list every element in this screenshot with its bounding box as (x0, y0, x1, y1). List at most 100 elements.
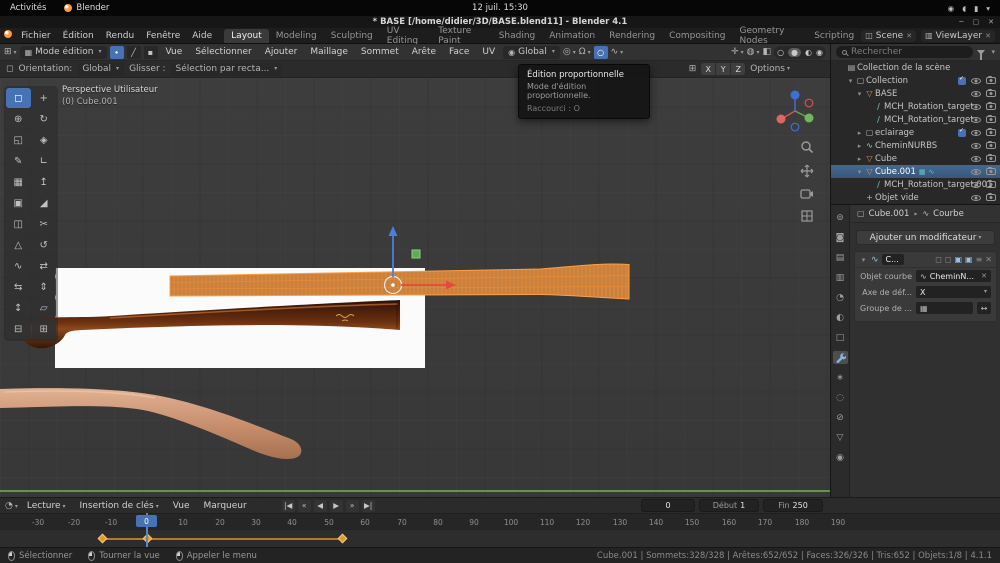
breadcrumb-data[interactable]: Courbe (933, 209, 964, 219)
camera-icon[interactable] (986, 116, 996, 123)
shading-material-icon[interactable]: ◐ (805, 48, 812, 57)
eye-icon[interactable] (971, 91, 981, 97)
menu-selectionner[interactable]: Sélectionner (190, 47, 256, 57)
modifier-name-field[interactable]: C... (882, 254, 904, 265)
menu-fichier[interactable]: Fichier (15, 31, 56, 41)
menu-aide[interactable]: Aide (186, 31, 218, 41)
keying-dropdown[interactable]: Insertion de clés▾ (75, 501, 164, 511)
eye-icon[interactable] (971, 182, 981, 188)
minimize-button[interactable]: ─ (959, 18, 963, 26)
tool-move[interactable]: ⊕ (6, 109, 31, 129)
timeline-channels[interactable] (0, 529, 1000, 547)
navigation-gizmo[interactable] (772, 86, 818, 136)
editor-type-icon[interactable]: ◔▾ (5, 501, 18, 511)
menu-maillage[interactable]: Maillage (305, 47, 353, 57)
vertex-select-mode-button[interactable]: ∙ (110, 46, 124, 59)
tool-vertex-slide[interactable]: ⇆ (6, 277, 31, 297)
tool-knife[interactable]: ✂ (32, 214, 57, 234)
unlink-scene-icon[interactable]: ✕ (906, 32, 912, 40)
tool-poly-build[interactable]: △ (6, 235, 31, 255)
outliner-search-input[interactable]: Rechercher (836, 46, 973, 58)
jump-to-end-button[interactable]: ▶| (362, 500, 375, 512)
menu-lecture[interactable]: Lecture▾ (22, 501, 71, 511)
clear-field-icon[interactable]: ✕ (981, 272, 987, 280)
axis-x-neg-ball[interactable] (805, 99, 813, 107)
axis-y-toggle[interactable]: Y (716, 63, 730, 75)
snap-magnet-icon[interactable]: Ω▾ (579, 47, 591, 57)
zoom-icon[interactable] (800, 140, 814, 154)
drag-mode-dropdown[interactable]: Sélection par recta...▾ (171, 63, 283, 76)
menu-fenetre[interactable]: Fenêtre (140, 31, 186, 41)
prev-keyframe-button[interactable]: « (298, 500, 311, 512)
window-title-bar[interactable]: * BASE [/home/didier/3D/BASE.blend11] - … (0, 16, 1000, 28)
tool-extrude-region[interactable]: ↥ (32, 172, 57, 192)
camera-icon[interactable] (986, 129, 996, 136)
outliner-options-caret-icon[interactable]: ▾ (991, 49, 995, 56)
tab-view-layer[interactable]: ▥ (833, 271, 848, 284)
play-reverse-button[interactable]: ◀ (314, 500, 327, 512)
frame-start-field[interactable]: Début1 (699, 499, 759, 512)
menu-arete[interactable]: Arête (407, 47, 441, 57)
outliner-row-collection[interactable]: ▾ ▢ Collection (831, 74, 1000, 87)
edge-select-mode-button[interactable]: ╱ (127, 46, 141, 59)
tool-rotate[interactable]: ↻ (32, 109, 57, 129)
menu-rendu[interactable]: Rendu (100, 31, 141, 41)
menu-vue[interactable]: Vue (161, 47, 188, 57)
scene-selector[interactable]: ◫ Scene ✕ (861, 30, 916, 42)
close-button[interactable]: ✕ (988, 18, 994, 26)
view-layer-selector[interactable]: ▥ ViewLayer ✕ (921, 30, 995, 42)
camera-icon[interactable] (986, 103, 996, 110)
workspace-tab-modeling[interactable]: Modeling (269, 29, 324, 43)
menu-edition[interactable]: Édition (57, 31, 100, 41)
shading-rendered-icon[interactable]: ◉ (816, 48, 823, 57)
proportional-falloff-dropdown[interactable]: ∿▾ (611, 47, 624, 57)
outliner-row-mch-rotation-target-1[interactable]: ∕ MCH_Rotation_target (831, 100, 1000, 113)
outliner-row-mch-rotation-target-2[interactable]: ∕ MCH_Rotation_target (831, 113, 1000, 126)
axis-z-toggle[interactable]: Z (731, 63, 745, 75)
shading-solid-icon[interactable]: ● (788, 48, 801, 57)
menu-sommet[interactable]: Sommet (356, 47, 404, 57)
transform-orientation-dropdown[interactable]: ◉ Global ▾ (503, 46, 560, 59)
editor-type-icon[interactable]: ⊞▾ (4, 47, 17, 57)
eye-icon[interactable] (971, 130, 981, 136)
add-modifier-button[interactable]: Ajouter un modificateur▾ (856, 230, 995, 245)
face-select-mode-button[interactable]: ▪ (144, 46, 158, 59)
shading-wireframe-icon[interactable]: ○ (777, 48, 784, 57)
outliner-row-cube[interactable]: ▸ ▽ Cube (831, 152, 1000, 165)
camera-icon[interactable] (986, 90, 996, 97)
workspace-tab-compositing[interactable]: Compositing (662, 29, 732, 43)
invert-vertex-group-button[interactable]: ↔ (977, 302, 991, 314)
tool-measure[interactable]: ∟ (32, 151, 57, 171)
tool-edge-slide[interactable]: ⇄ (32, 256, 57, 276)
gizmo-y-axis-handle[interactable] (412, 250, 420, 258)
tool-shear[interactable]: ▱ (32, 298, 57, 318)
outliner-row-eclairage[interactable]: ▸ ▢ eclairage (831, 126, 1000, 139)
tab-object-data[interactable]: ▽ (833, 431, 848, 444)
camera-icon[interactable] (986, 194, 996, 201)
breadcrumb-object[interactable]: Cube.001 (869, 209, 910, 219)
tool-cursor[interactable]: + (32, 88, 57, 108)
tab-scene[interactable]: ◔ (833, 291, 848, 304)
tab-tool[interactable]: ⊚ (833, 211, 848, 224)
menu-uv[interactable]: UV (477, 47, 500, 57)
options-dropdown[interactable]: Options▾ (750, 64, 790, 74)
tool-spin[interactable]: ↺ (32, 235, 57, 255)
eye-icon[interactable] (971, 156, 981, 162)
modifier-extras-icon[interactable]: ≡ (976, 255, 983, 264)
workspace-tab-animation[interactable]: Animation (542, 29, 602, 43)
delete-modifier-icon[interactable]: ✕ (985, 255, 992, 264)
outliner-row-cube001-selected[interactable]: ▾ ▽ Cube.001 ▦ ∿ (831, 165, 1000, 178)
tool-scale[interactable]: ◱ (6, 130, 31, 150)
menu-face[interactable]: Face (444, 47, 474, 57)
render-toggle[interactable]: ▣ (965, 255, 973, 264)
blender-logo-menu[interactable] (0, 30, 15, 41)
eye-icon[interactable] (971, 117, 981, 123)
tool-rip-region[interactable]: ⊟ (6, 319, 31, 339)
keyframe-diamond[interactable] (338, 534, 348, 544)
workspace-tab-sculpting[interactable]: Sculpting (324, 29, 380, 43)
volume-icon[interactable]: ◖ (962, 4, 966, 13)
collection-checkbox[interactable] (958, 77, 966, 85)
axis-y-ball[interactable] (805, 114, 814, 123)
camera-view-icon[interactable] (800, 188, 814, 199)
next-keyframe-button[interactable]: » (346, 500, 359, 512)
